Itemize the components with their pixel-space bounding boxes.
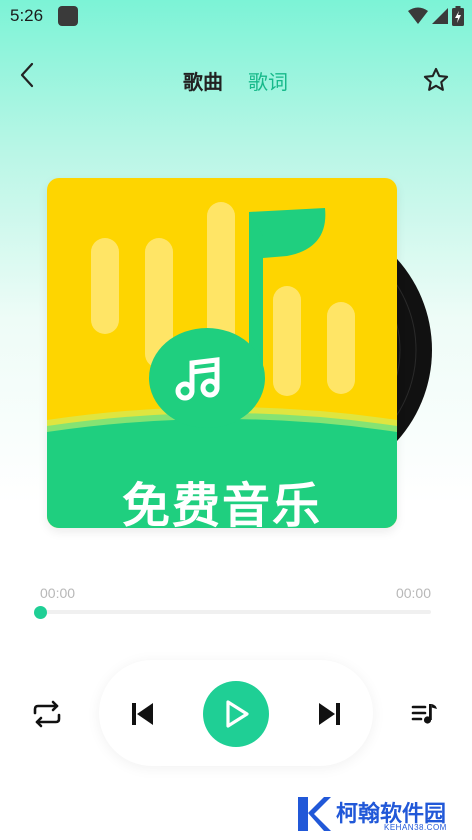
skip-next-icon bbox=[319, 703, 340, 725]
battery-icon bbox=[452, 6, 464, 26]
album-cover: 免费音乐 bbox=[47, 178, 397, 528]
cell-signal-icon bbox=[432, 8, 448, 24]
skip-previous-icon bbox=[132, 703, 153, 725]
playlist-icon bbox=[411, 704, 437, 724]
elapsed-time: 00:00 bbox=[40, 585, 76, 601]
next-button[interactable] bbox=[310, 694, 350, 734]
album-cover-text: 免费音乐 bbox=[121, 478, 322, 528]
status-icons bbox=[408, 6, 464, 26]
app-notification-icon bbox=[58, 6, 78, 26]
watermark-url: KEHAN38.COM bbox=[384, 823, 447, 832]
previous-button[interactable] bbox=[122, 694, 162, 734]
repeat-icon bbox=[33, 700, 61, 728]
watermark-logo bbox=[294, 793, 332, 835]
playlist-button[interactable] bbox=[405, 696, 445, 732]
status-time: 5:26 bbox=[10, 6, 44, 25]
tab-lyrics[interactable]: 歌词 bbox=[248, 66, 288, 95]
repeat-button[interactable] bbox=[27, 696, 67, 732]
tab-song[interactable]: 歌曲 bbox=[183, 66, 223, 95]
total-duration: 00:00 bbox=[395, 585, 431, 601]
wifi-icon bbox=[408, 7, 428, 24]
progress-thumb[interactable] bbox=[34, 606, 47, 619]
back-button[interactable] bbox=[10, 58, 44, 92]
progress-track[interactable] bbox=[40, 610, 431, 614]
chevron-left-icon bbox=[20, 62, 34, 88]
play-icon bbox=[226, 700, 249, 728]
favorite-button[interactable] bbox=[420, 64, 452, 96]
star-outline-icon bbox=[423, 67, 449, 91]
play-button[interactable] bbox=[203, 681, 269, 747]
